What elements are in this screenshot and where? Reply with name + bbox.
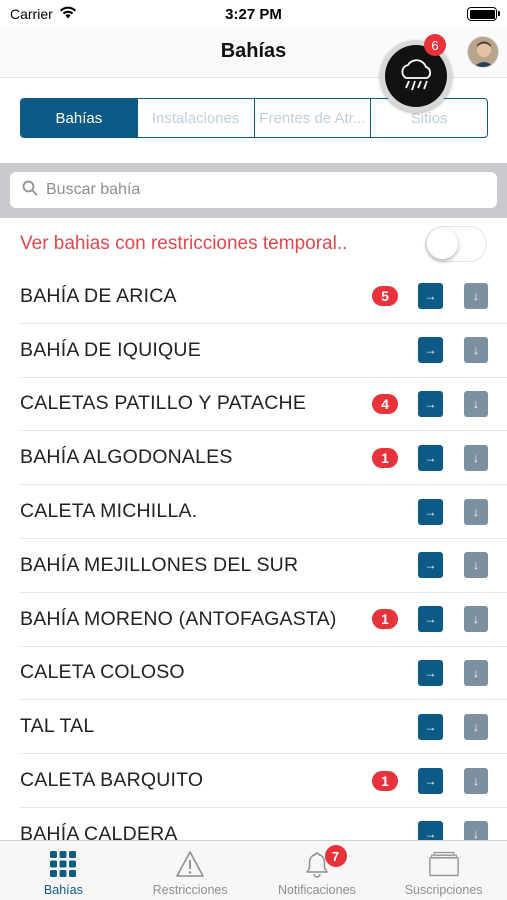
search-bar [0, 163, 507, 218]
bay-name: BAHÍA CALDERA [20, 822, 178, 840]
bay-name: BAHÍA MEJILLONES DEL SUR [20, 553, 299, 576]
list-item[interactable]: CALETAS PATILLO Y PATACHE 4 → ↓ [20, 378, 507, 432]
avatar[interactable] [467, 36, 499, 68]
arrow-down-icon[interactable]: ↓ [464, 606, 488, 633]
notifications-badge: 7 [324, 845, 347, 867]
arrow-right-icon[interactable]: → [418, 659, 443, 686]
bay-name: CALETA MICHILLA. [20, 500, 198, 523]
tab-label-bahias: Bahías [43, 883, 83, 897]
list-item[interactable]: CALETA COLOSO → ↓ [20, 647, 507, 701]
search-input[interactable] [46, 181, 466, 199]
arrow-right-icon[interactable]: → [418, 390, 443, 417]
arrow-down-icon[interactable]: ↓ [464, 337, 488, 364]
arrow-down-icon[interactable]: ↓ [464, 767, 488, 794]
bay-name: CALETAS PATILLO Y PATACHE [20, 392, 307, 415]
list-item[interactable]: BAHÍA CALDERA → ↓ [20, 808, 507, 840]
arrow-down-icon[interactable]: ↓ [464, 498, 488, 525]
arrow-right-icon[interactable]: → [418, 283, 443, 310]
tab-notificaciones[interactable]: Notificaciones 7 [254, 841, 381, 900]
restriction-count-badge: 1 [372, 770, 398, 791]
tab-suscripciones[interactable]: Suscripciones [380, 841, 507, 900]
battery-icon [467, 7, 500, 21]
arrow-down-icon[interactable]: ↓ [464, 283, 488, 310]
arrow-down-icon[interactable]: ↓ [464, 659, 488, 686]
bay-name: CALETA BARQUITO [20, 769, 204, 792]
list-item[interactable]: CALETA BARQUITO 1 → ↓ [20, 754, 507, 808]
list-item[interactable]: BAHÍA MEJILLONES DEL SUR → ↓ [20, 539, 507, 593]
segment-frentes[interactable]: Frentes de Atr... [255, 99, 372, 137]
bay-name: BAHÍA DE ARICA [20, 284, 177, 307]
weather-alert-badge: 6 [424, 34, 446, 56]
wifi-icon [59, 6, 77, 22]
search-box[interactable] [10, 172, 497, 208]
tab-restricciones[interactable]: Restricciones [127, 841, 254, 900]
arrow-right-icon[interactable]: → [418, 821, 443, 840]
list-item[interactable]: BAHÍA DE IQUIQUE → ↓ [20, 324, 507, 378]
arrow-right-icon[interactable]: → [418, 337, 443, 364]
bay-name: TAL TAL [20, 715, 95, 738]
grid-icon [48, 849, 78, 879]
tab-label-suscripciones: Suscripciones [404, 883, 483, 897]
tab-label-notificaciones: Notificaciones [277, 883, 356, 897]
arrow-right-icon[interactable]: → [418, 444, 443, 471]
restrictions-toggle[interactable] [425, 226, 487, 262]
segment-bahias[interactable]: Bahías [21, 99, 138, 137]
bay-list: BAHÍA DE ARICA 5 → ↓ BAHÍA DE IQUIQUE → ↓ CALET… [0, 270, 507, 840]
list-item[interactable]: BAHÍA DE ARICA 5 → ↓ [20, 270, 507, 324]
bay-name: BAHÍA MORENO (ANTOFAGASTA) [20, 607, 337, 630]
bay-name: BAHÍA DE IQUIQUE [20, 338, 201, 361]
bay-name: BAHÍA ALGODONALES [20, 446, 233, 469]
list-item[interactable]: CALETA MICHILLA. → ↓ [20, 485, 507, 539]
arrow-down-icon[interactable]: ↓ [464, 713, 488, 740]
search-icon [22, 180, 38, 201]
arrow-down-icon[interactable]: ↓ [464, 444, 488, 471]
restriction-count-badge: 1 [372, 609, 398, 630]
arrow-right-icon[interactable]: → [418, 606, 443, 633]
restriction-count-badge: 5 [372, 286, 398, 307]
list-item[interactable]: BAHÍA ALGODONALES 1 → ↓ [20, 431, 507, 486]
folders-icon [428, 849, 459, 879]
arrow-down-icon[interactable]: ↓ [464, 552, 488, 579]
arrow-right-icon[interactable]: → [418, 713, 443, 740]
arrow-down-icon[interactable]: ↓ [464, 821, 488, 840]
arrow-right-icon[interactable]: → [418, 498, 443, 525]
arrow-right-icon[interactable]: → [418, 767, 443, 794]
restriction-count-badge: 4 [372, 393, 398, 414]
status-left: Carrier [10, 6, 77, 22]
segment-instalaciones[interactable]: Instalaciones [138, 99, 255, 137]
warning-icon [175, 849, 205, 879]
restrictions-filter-label: Ver bahias con restricciones temporal.. [20, 233, 348, 254]
restrictions-filter-row: Ver bahias con restricciones temporal.. [0, 218, 507, 270]
tab-bahias[interactable]: Bahías [0, 841, 127, 900]
tab-bar: Bahías Restricciones Notificaciones 7 Su… [0, 840, 507, 900]
restriction-count-badge: 1 [372, 447, 398, 468]
toggle-knob [427, 228, 458, 259]
arrow-down-icon[interactable]: ↓ [464, 390, 488, 417]
list-item[interactable]: TAL TAL → ↓ [20, 700, 507, 755]
list-item[interactable]: BAHÍA MORENO (ANTOFAGASTA) 1 → ↓ [20, 593, 507, 647]
tab-label-restricciones: Restricciones [152, 883, 228, 897]
carrier-label: Carrier [10, 6, 53, 22]
bay-name: CALETA COLOSO [20, 661, 185, 684]
status-bar: Carrier 3:27 PM [0, 0, 507, 28]
arrow-right-icon[interactable]: → [418, 552, 443, 579]
